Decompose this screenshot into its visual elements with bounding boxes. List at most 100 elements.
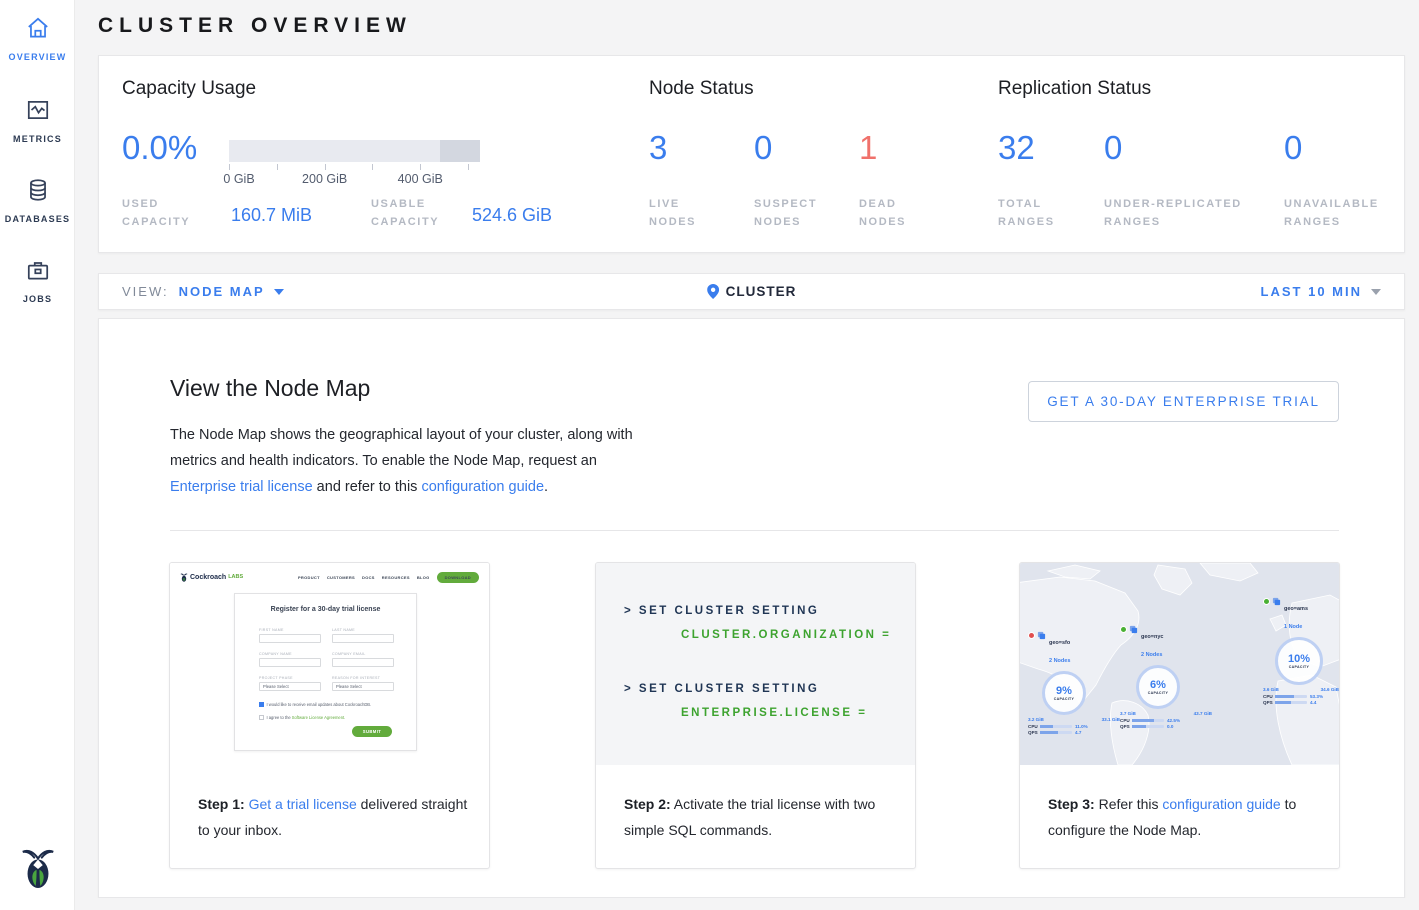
cluster-breadcrumb[interactable]: CLUSTER: [707, 284, 797, 299]
replication-status-title: Replication Status: [998, 78, 1151, 100]
dead-nodes-count: 1: [859, 129, 877, 167]
page-background: [75, 898, 1419, 910]
step1-card: Cockroach LABS PRODUCTCUSTOMERSDOCSRESOU…: [169, 562, 490, 869]
node-map-description: The Node Map shows the geographical layo…: [170, 422, 638, 500]
get-trial-license-link[interactable]: Get a trial license: [249, 796, 357, 812]
usable-capacity-value: 524.6 GiB: [472, 205, 552, 226]
configuration-guide-link[interactable]: configuration guide: [421, 479, 544, 495]
axis-tick-label: 200 GiB: [302, 172, 347, 186]
sidebar-item-overview[interactable]: OVERVIEW: [0, 15, 75, 65]
jobs-icon: [25, 257, 51, 283]
node-status-title: Node Status: [649, 78, 754, 100]
capacity-bar-reserved-segment: [440, 140, 480, 162]
node-map-heading: View the Node Map: [170, 375, 370, 402]
sidebar-item-jobs[interactable]: JOBS: [0, 257, 75, 307]
sidebar-item-label: OVERVIEW: [9, 52, 67, 62]
step2-label: Step 2:: [624, 796, 671, 812]
divider: [170, 530, 1339, 531]
capacity-usage-title: Capacity Usage: [122, 78, 256, 100]
databases-icon: [25, 177, 51, 203]
unavailable-ranges-count: 0: [1284, 129, 1302, 167]
suspect-nodes-label: SUSPECTNODES: [754, 195, 817, 231]
sidebar: OVERVIEW METRICS DATABASES JOBS: [0, 0, 75, 910]
dead-nodes-label: DEADNODES: [859, 195, 906, 231]
used-capacity-value: 160.7 MiB: [231, 205, 312, 226]
node-cube-icon: [1272, 597, 1281, 606]
usable-capacity-label: USABLECAPACITY: [371, 195, 439, 231]
step1-caption: Step 1: Get a trial license delivered st…: [198, 791, 469, 843]
mini-download-button: DOWNLOAD: [437, 572, 479, 583]
brand-text: LABS: [228, 574, 243, 580]
unavailable-ranges-label: UNAVAILABLERANGES: [1284, 195, 1379, 231]
step1-label: Step 1:: [198, 796, 245, 812]
view-toolbar: VIEW: NODE MAP CLUSTER LAST 10 MIN: [98, 273, 1405, 310]
description-text: .: [544, 479, 548, 495]
mini-site-nav: PRODUCTCUSTOMERSDOCSRESOURCESBLOG DOWNLO…: [298, 572, 479, 583]
live-status-icon: [1120, 626, 1127, 633]
configuration-guide-link-step3[interactable]: configuration guide: [1162, 796, 1280, 812]
sidebar-item-label: METRICS: [13, 134, 62, 144]
step3-card: geo=sfo2 Nodes 9% CAPACITY 3.2 GiB33.1 G…: [1019, 562, 1340, 869]
capacity-used-percent: 0.0%: [122, 129, 197, 167]
sidebar-item-label: JOBS: [23, 294, 52, 304]
cluster-label: CLUSTER: [726, 284, 797, 299]
home-icon: [25, 15, 51, 41]
total-ranges-label: TOTALRANGES: [998, 195, 1055, 231]
node-cube-icon: [1037, 631, 1046, 640]
mini-checkbox-updates: I would like to receive email updates ab…: [259, 702, 371, 707]
capacity-axis-ticks: [229, 164, 480, 170]
sql-commands-thumbnail: > SET CLUSTER SETTING CLUSTER.ORGANIZATI…: [596, 563, 915, 765]
axis-tick-label: 0 GiB: [223, 172, 254, 186]
enterprise-trial-license-link[interactable]: Enterprise trial license: [170, 479, 313, 495]
sidebar-item-metrics[interactable]: METRICS: [0, 97, 75, 147]
sidebar-item-label: DATABASES: [5, 214, 70, 224]
map-gauge-ams: geo=ams1 Node 10% CAPACITY 3.6 GiB34.6 G…: [1263, 597, 1339, 705]
live-nodes-count: 3: [649, 129, 667, 167]
node-cube-icon: [1129, 625, 1138, 634]
chevron-down-icon: [274, 289, 284, 295]
total-ranges-count: 32: [998, 129, 1035, 167]
node-map-panel: View the Node Map The Node Map shows the…: [98, 318, 1405, 898]
suspect-nodes-count: 0: [754, 129, 772, 167]
description-text: The Node Map shows the geographical layo…: [170, 427, 633, 469]
under-replicated-ranges-count: 0: [1104, 129, 1122, 167]
view-label: VIEW:: [122, 284, 169, 299]
step2-caption: Step 2: Activate the trial license with …: [624, 791, 895, 843]
cockroachdb-logo: [0, 845, 75, 896]
map-gauge-nyc: geo=nyc2 Nodes 6% CAPACITY 3.7 GiB43.7 G…: [1120, 625, 1212, 729]
mini-submit-button: SUBMIT: [352, 726, 392, 737]
mini-site-header: Cockroach LABS PRODUCTCUSTOMERSDOCSRESOU…: [180, 569, 479, 585]
mini-registration-form: Register for a 30-day trial license FIRS…: [234, 593, 417, 751]
mini-checkbox-license: I agree to the Software License Agreemen…: [259, 715, 345, 720]
node-map-thumbnail: geo=sfo2 Nodes 9% CAPACITY 3.2 GiB33.1 G…: [1020, 563, 1339, 765]
view-value: NODE MAP: [179, 284, 265, 299]
step3-label: Step 3:: [1048, 796, 1095, 812]
step2-card: > SET CLUSTER SETTING CLUSTER.ORGANIZATI…: [595, 562, 916, 869]
used-capacity-label: USEDCAPACITY: [122, 195, 190, 231]
mini-cockroach-logo: Cockroach LABS: [180, 572, 243, 583]
brand-text: Cockroach: [190, 574, 226, 581]
cluster-overview-page: OVERVIEW METRICS DATABASES JOBS: [0, 0, 1419, 910]
map-gauge-sfo: geo=sfo2 Nodes 9% CAPACITY 3.2 GiB33.1 G…: [1028, 631, 1120, 735]
capacity-bar: 0 GiB 200 GiB 400 GiB: [229, 140, 480, 188]
axis-tick-label: 400 GiB: [398, 172, 443, 186]
cluster-summary-card: Capacity Usage 0.0% 0 GiB 200 GiB 400 Gi…: [98, 55, 1405, 253]
time-range-dropdown[interactable]: LAST 10 MIN: [1261, 284, 1381, 299]
time-range-value: LAST 10 MIN: [1261, 284, 1362, 299]
sidebar-item-databases[interactable]: DATABASES: [0, 177, 75, 227]
live-status-icon: [1263, 598, 1270, 605]
metrics-icon: [25, 97, 51, 123]
chevron-down-icon: [1371, 289, 1381, 295]
trial-license-site-thumbnail: Cockroach LABS PRODUCTCUSTOMERSDOCSRESOU…: [170, 563, 489, 765]
mini-form-title: Register for a 30-day trial license: [235, 606, 416, 613]
location-pin-icon: [707, 284, 719, 299]
live-nodes-label: LIVENODES: [649, 195, 696, 231]
step3-caption: Step 3: Refer this configuration guide t…: [1048, 791, 1319, 843]
under-replicated-ranges-label: UNDER-REPLICATEDRANGES: [1104, 195, 1242, 231]
description-text: and refer to this: [313, 479, 422, 495]
page-title: CLUSTER OVERVIEW: [98, 14, 412, 38]
dead-status-icon: [1028, 632, 1035, 639]
view-selector-dropdown[interactable]: VIEW: NODE MAP: [122, 284, 284, 299]
get-enterprise-trial-button[interactable]: GET A 30-DAY ENTERPRISE TRIAL: [1028, 381, 1339, 422]
step3-text: Refer this: [1095, 796, 1163, 812]
